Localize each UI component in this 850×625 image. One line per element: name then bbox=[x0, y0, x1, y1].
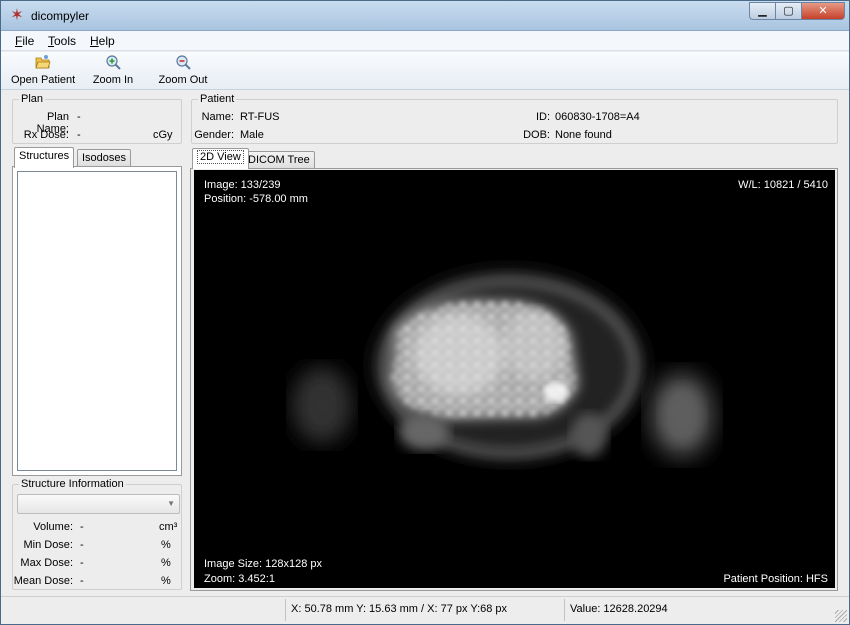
tab-2d-view[interactable]: 2D View bbox=[192, 148, 249, 169]
image-index-text: Image: 133/239 bbox=[204, 179, 280, 191]
patient-position-text: Patient Position: HFS bbox=[723, 573, 828, 585]
rx-dose-value: - bbox=[77, 129, 81, 141]
volume-unit: cm³ bbox=[159, 521, 178, 533]
volume-value: - bbox=[80, 521, 84, 533]
app-window: ✶ dicompyler ▁ ▢ ✕ File Tools Help Open … bbox=[0, 0, 850, 625]
app-logo-icon: ✶ bbox=[10, 7, 24, 24]
status-bar: X: 50.78 mm Y: 15.63 mm / X: 77 px Y:68 … bbox=[1, 596, 849, 624]
status-separator bbox=[285, 599, 286, 621]
min-dose-value: - bbox=[80, 539, 84, 551]
open-patient-button[interactable]: Open Patient bbox=[11, 54, 75, 86]
zoom-in-button[interactable]: Zoom In bbox=[91, 54, 135, 86]
maximize-button[interactable]: ▢ bbox=[775, 2, 801, 20]
zoom-text: Zoom: 3.452:1 bbox=[204, 573, 275, 585]
patient-gender-value: Male bbox=[240, 129, 264, 141]
rx-dose-unit: cGy bbox=[153, 129, 173, 141]
plan-group-title: Plan bbox=[19, 93, 46, 105]
cursor-coordinates: X: 50.78 mm Y: 15.63 mm / X: 77 px Y:68 … bbox=[291, 603, 508, 615]
structures-pane bbox=[12, 166, 182, 476]
mean-dose-label: Mean Dose: bbox=[13, 575, 73, 587]
patient-name-label: Name: bbox=[201, 111, 234, 123]
patient-group: Patient Name: RT-FUS Gender: Male ID: 06… bbox=[191, 93, 838, 144]
mean-dose-value: - bbox=[80, 575, 84, 587]
max-dose-value: - bbox=[80, 557, 84, 569]
window-title: dicompyler bbox=[31, 9, 90, 23]
window-level-text: W/L: 10821 / 5410 bbox=[738, 179, 828, 191]
tab-structures[interactable]: Structures bbox=[14, 147, 75, 168]
rx-dose-label: Rx Dose: bbox=[23, 129, 69, 141]
patient-gender-label: Gender: bbox=[194, 129, 234, 141]
structures-list[interactable] bbox=[17, 171, 177, 471]
slice-position-text: Position: -578.00 mm bbox=[204, 193, 308, 205]
close-button[interactable]: ✕ bbox=[801, 2, 845, 20]
patient-id-label: ID: bbox=[535, 111, 550, 123]
patient-name-value: RT-FUS bbox=[240, 111, 280, 123]
image-size-text: Image Size: 128x128 px bbox=[204, 558, 323, 570]
mean-dose-unit: % bbox=[161, 575, 171, 587]
menu-bar: File Tools Help bbox=[1, 31, 849, 51]
title-bar[interactable]: ✶ dicompyler ▁ ▢ ✕ bbox=[1, 1, 849, 31]
patient-group-title: Patient bbox=[198, 93, 237, 105]
pet-scan-image: Image: 133/239 Position: -578.00 mm W/L:… bbox=[204, 179, 828, 585]
toolbar: Open Patient Zoom In Zoom Out bbox=[1, 52, 849, 90]
open-folder-icon bbox=[35, 55, 51, 69]
menu-file[interactable]: File bbox=[15, 34, 34, 48]
menu-help[interactable]: Help bbox=[90, 34, 115, 48]
resize-grip[interactable] bbox=[835, 610, 847, 622]
max-dose-unit: % bbox=[161, 557, 171, 569]
patient-dob-label: DOB: bbox=[523, 129, 550, 141]
max-dose-label: Max Dose: bbox=[20, 557, 73, 569]
pixel-value: Value: 12628.20294 bbox=[570, 603, 668, 615]
image-viewer[interactable]: Image: 133/239 Position: -578.00 mm W/L:… bbox=[194, 170, 835, 588]
min-dose-label: Min Dose: bbox=[23, 539, 73, 551]
status-separator bbox=[564, 599, 565, 621]
volume-label: Volume: bbox=[33, 521, 73, 533]
min-dose-unit: % bbox=[161, 539, 171, 551]
window-controls: ▁ ▢ ✕ bbox=[749, 2, 845, 20]
menu-tools[interactable]: Tools bbox=[48, 34, 76, 48]
zoom-in-icon bbox=[106, 55, 121, 70]
chevron-down-icon: ▼ bbox=[167, 499, 175, 508]
minimize-button[interactable]: ▁ bbox=[749, 2, 775, 20]
patient-dob-value: None found bbox=[555, 129, 612, 141]
structure-select[interactable]: ▼ bbox=[17, 494, 180, 514]
structure-info-title: Structure Information bbox=[19, 478, 126, 490]
zoom-out-icon bbox=[176, 55, 191, 70]
plan-group: Plan Plan Name: - Rx Dose: - cGy bbox=[12, 93, 182, 144]
plan-name-value: - bbox=[77, 111, 81, 123]
patient-id-value: 060830-1708=A4 bbox=[555, 111, 640, 123]
zoom-out-button[interactable]: Zoom Out bbox=[157, 54, 209, 86]
